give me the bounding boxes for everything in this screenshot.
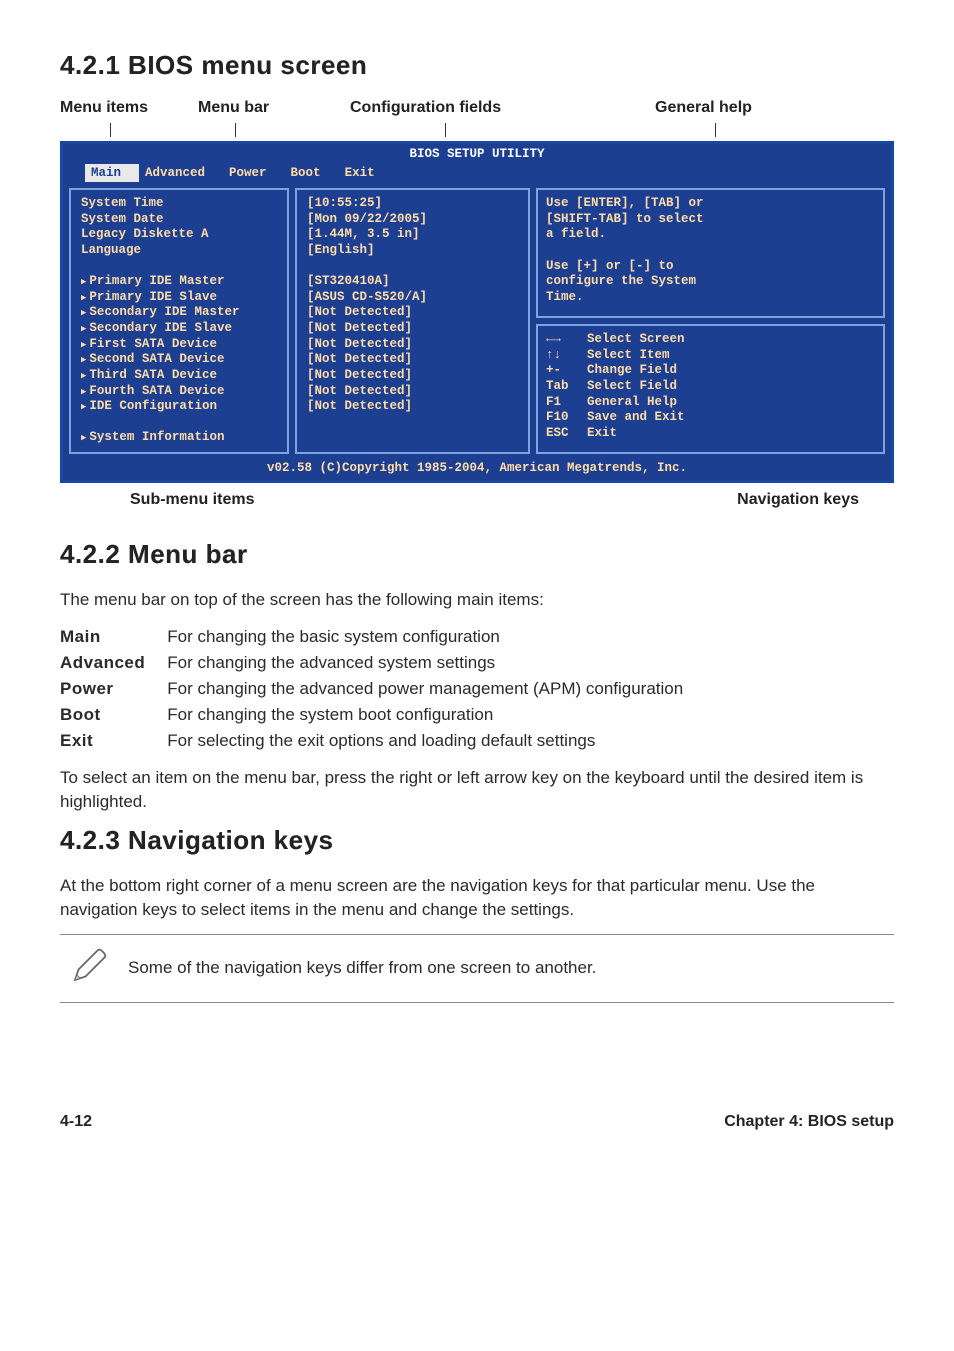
bios-field-value[interactable] — [307, 259, 518, 275]
callout-config-fields: Configuration fields — [350, 99, 501, 117]
bios-field-value[interactable]: [Not Detected] — [307, 399, 518, 415]
tab-power[interactable]: Power — [223, 164, 285, 182]
def-key: Advanced — [60, 650, 167, 676]
note-text: Some of the navigation keys differ from … — [128, 958, 596, 978]
bios-menu-item[interactable]: Secondary IDE Master — [81, 305, 277, 321]
help-text-line: Time. — [546, 290, 875, 306]
table-row: ExitFor selecting the exit options and l… — [60, 728, 695, 754]
tab-main[interactable]: Main — [85, 164, 139, 182]
bios-field-value[interactable]: [1.44M, 3.5 in] — [307, 227, 518, 243]
callout-submenu: Sub-menu items — [130, 491, 254, 509]
bios-menu-item[interactable]: First SATA Device — [81, 337, 277, 353]
table-row: BootFor changing the system boot configu… — [60, 702, 695, 728]
menubar-intro: The menu bar on top of the screen has th… — [60, 588, 894, 612]
def-key: Exit — [60, 728, 167, 754]
bios-title: BIOS SETUP UTILITY — [63, 144, 891, 164]
tab-boot[interactable]: Boot — [285, 164, 339, 182]
callout-menu-bar: Menu bar — [198, 99, 269, 117]
def-value: For selecting the exit options and loadi… — [167, 728, 695, 754]
bios-nav-panel: ←→ Select Screen↑↓ Select Item+- Change … — [536, 324, 885, 454]
bios-screen: BIOS SETUP UTILITY Main Advanced Power B… — [60, 141, 894, 483]
bios-field-value[interactable]: [ST320410A] — [307, 274, 518, 290]
bios-field-value[interactable]: [Not Detected] — [307, 352, 518, 368]
menubar-tail: To select an item on the menu bar, press… — [60, 766, 894, 814]
tab-advanced[interactable]: Advanced — [139, 164, 223, 182]
callout-navkeys: Navigation keys — [737, 491, 859, 509]
help-text-line: Use [+] or [-] to — [546, 259, 875, 275]
nav-key-row: Tab Select Field — [546, 379, 875, 395]
help-text-line: [SHIFT-TAB] to select — [546, 212, 875, 228]
nav-key-row: F10 Save and Exit — [546, 410, 875, 426]
bios-menu-bar[interactable]: Main Advanced Power Boot Exit — [63, 164, 891, 182]
bios-field-value[interactable]: [Not Detected] — [307, 305, 518, 321]
callout-general-help: General help — [655, 99, 752, 117]
bios-field-value[interactable]: [English] — [307, 243, 518, 259]
def-value: For changing the system boot configurati… — [167, 702, 695, 728]
bios-field-value[interactable]: [Not Detected] — [307, 337, 518, 353]
table-row: MainFor changing the basic system config… — [60, 624, 695, 650]
def-value: For changing the advanced power manageme… — [167, 676, 695, 702]
help-text-line: configure the System — [546, 274, 875, 290]
section-heading-2: 4.2.2 Menu bar — [60, 539, 894, 570]
table-row: PowerFor changing the advanced power man… — [60, 676, 695, 702]
bios-menu-item[interactable]: System Information — [81, 430, 277, 446]
def-key: Main — [60, 624, 167, 650]
nav-key-row: ←→ Select Screen — [546, 332, 875, 348]
def-value: For changing the basic system configurat… — [167, 624, 695, 650]
bios-menu-item — [81, 259, 277, 275]
bios-mid-panel: [10:55:25][Mon 09/22/2005][1.44M, 3.5 in… — [295, 188, 530, 454]
help-text-line — [546, 243, 875, 259]
chapter-label: Chapter 4: BIOS setup — [724, 1113, 894, 1131]
callout-menu-items: Menu items — [60, 99, 148, 117]
menubar-def-table: MainFor changing the basic system config… — [60, 624, 695, 754]
help-text-line: a field. — [546, 227, 875, 243]
bios-menu-item[interactable]: Primary IDE Master — [81, 274, 277, 290]
bios-field-value[interactable]: [Not Detected] — [307, 368, 518, 384]
bios-field-value[interactable]: [Not Detected] — [307, 321, 518, 337]
bios-copyright: v02.58 (C)Copyright 1985-2004, American … — [63, 457, 891, 475]
def-key: Boot — [60, 702, 167, 728]
bios-menu-item[interactable]: System Date — [81, 212, 277, 228]
bios-menu-item[interactable]: Secondary IDE Slave — [81, 321, 277, 337]
bios-field-value[interactable]: [Mon 09/22/2005] — [307, 212, 518, 228]
bios-menu-item — [81, 415, 277, 431]
bios-menu-item[interactable]: Second SATA Device — [81, 352, 277, 368]
def-key: Power — [60, 676, 167, 702]
bios-menu-item[interactable]: Primary IDE Slave — [81, 290, 277, 306]
bios-menu-item[interactable]: Fourth SATA Device — [81, 384, 277, 400]
bios-menu-item[interactable]: Legacy Diskette A — [81, 227, 277, 243]
bios-help-panel: Use [ENTER], [TAB] or[SHIFT-TAB] to sele… — [536, 188, 885, 318]
bios-menu-item[interactable]: Third SATA Device — [81, 368, 277, 384]
page-number: 4-12 — [60, 1113, 92, 1131]
tab-exit[interactable]: Exit — [339, 164, 393, 182]
bios-field-value[interactable]: [10:55:25] — [307, 196, 518, 212]
top-callouts: Menu items Menu bar Configuration fields… — [60, 99, 894, 141]
bios-menu-item[interactable]: System Time — [81, 196, 277, 212]
navkeys-text: At the bottom right corner of a menu scr… — [60, 874, 894, 922]
def-value: For changing the advanced system setting… — [167, 650, 695, 676]
pencil-icon — [68, 945, 110, 992]
nav-key-row: F1 General Help — [546, 395, 875, 411]
bios-menu-item[interactable]: Language — [81, 243, 277, 259]
bios-menu-item[interactable]: IDE Configuration — [81, 399, 277, 415]
help-text-line: Use [ENTER], [TAB] or — [546, 196, 875, 212]
section-heading-1: 4.2.1 BIOS menu screen — [60, 50, 894, 81]
nav-key-row: ESC Exit — [546, 426, 875, 442]
bios-field-value[interactable]: [ASUS CD-S520/A] — [307, 290, 518, 306]
section-heading-3: 4.2.3 Navigation keys — [60, 825, 894, 856]
nav-key-row: +- Change Field — [546, 363, 875, 379]
note-block: Some of the navigation keys differ from … — [60, 934, 894, 1003]
bios-left-panel: System TimeSystem DateLegacy Diskette AL… — [69, 188, 289, 454]
table-row: AdvancedFor changing the advanced system… — [60, 650, 695, 676]
bios-field-value[interactable]: [Not Detected] — [307, 384, 518, 400]
nav-key-row: ↑↓ Select Item — [546, 348, 875, 364]
